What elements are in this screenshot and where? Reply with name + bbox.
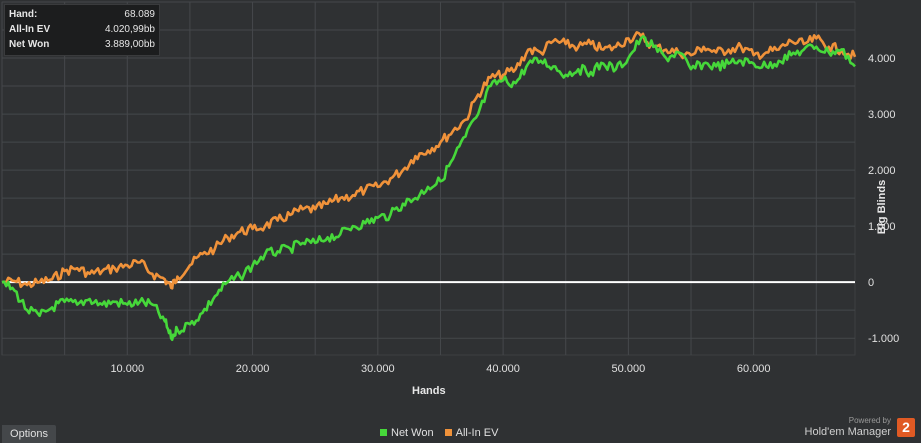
tooltip-ev-label: All-In EV: [9, 24, 51, 35]
x-tick-label: 60.000: [737, 363, 771, 375]
brand: Powered by Hold'em Manager 2: [787, 416, 917, 442]
legend: Net Won All-In EV: [380, 427, 506, 441]
x-tick-label: 10.000: [110, 363, 144, 375]
y-tick-label: 0: [868, 277, 874, 289]
tooltip-hand-row: Hand: 68.089: [9, 9, 155, 22]
options-button[interactable]: Options: [2, 425, 56, 443]
hover-tooltip: Hand: 68.089 All-In EV 4.020,99bb Net Wo…: [4, 4, 160, 56]
brand-name: Hold'em Manager: [804, 426, 891, 438]
x-axis-title: Hands: [412, 385, 446, 397]
chart-background: [0, 0, 921, 443]
tooltip-won-value: 3.889,00bb: [104, 39, 155, 50]
legend-label-net-won: Net Won: [391, 427, 434, 439]
legend-swatch-net-won: [380, 429, 387, 436]
tooltip-won-label: Net Won: [9, 39, 50, 50]
legend-swatch-all-in-ev: [444, 429, 452, 436]
legend-item-net-won[interactable]: Net Won: [380, 427, 434, 439]
brand-logo-icon: 2: [897, 418, 915, 437]
tooltip-hand-label: Hand:: [9, 9, 38, 20]
tooltip-won-row: Net Won 3.889,00bb: [9, 39, 155, 52]
x-tick-label: 30.000: [361, 363, 395, 375]
tooltip-ev-row: All-In EV 4.020,99bb: [9, 24, 155, 37]
y-tick-label: -1.000: [868, 333, 899, 345]
x-tick-label: 40.000: [486, 363, 520, 375]
results-graph: -1.00001.0002.0003.0004.00010.000 20.000 3…: [0, 0, 921, 443]
tooltip-ev-value: 4.020,99bb: [104, 24, 155, 35]
x-tick-label: 50.000: [612, 363, 646, 375]
legend-item-all-in-ev[interactable]: All-In EV: [444, 427, 499, 439]
y-axis-title-wrapper: Big Blinds: [876, 102, 890, 234]
graph-window: -1.000 0 1.000 2.000 3.000 4.000 10.000 20.000 3…: [0, 0, 921, 443]
legend-label-all-in-ev: All-In EV: [455, 427, 499, 439]
y-tick-label: 4.000: [868, 53, 896, 65]
y-axis-title: Big Blinds: [876, 179, 888, 235]
powered-by-text: Powered by: [848, 416, 891, 425]
tooltip-hand-value: 68.089: [124, 9, 155, 20]
x-tick-label: 20.000: [236, 363, 270, 375]
